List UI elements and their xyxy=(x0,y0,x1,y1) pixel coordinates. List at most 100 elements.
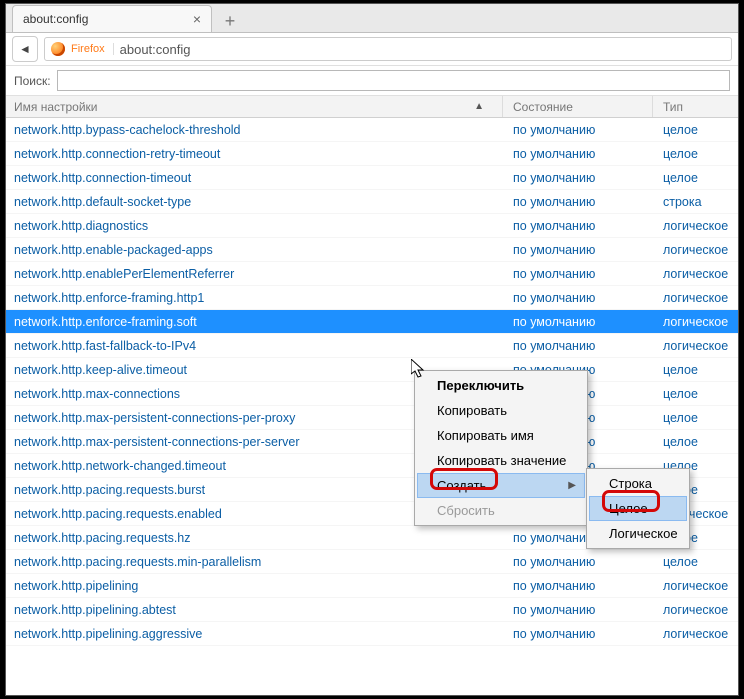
column-type[interactable]: Тип xyxy=(653,96,738,117)
search-input[interactable] xyxy=(57,70,730,91)
pref-state: по умолчанию xyxy=(503,579,653,593)
column-name[interactable]: Имя настройки ▲ xyxy=(6,96,503,117)
identity-label: Firefox xyxy=(71,43,114,55)
pref-state: по умолчанию xyxy=(503,195,653,209)
pref-name: network.http.fast-fallback-to-IPv4 xyxy=(6,339,503,353)
pref-state: по умолчанию xyxy=(503,291,653,305)
pref-type: логическое xyxy=(653,291,738,305)
tab-bar: about:config × + xyxy=(6,4,738,33)
url-text: about:config xyxy=(120,42,191,57)
table-row[interactable]: network.http.pipeliningпо умолчаниюлогич… xyxy=(6,574,738,598)
pref-name: network.http.default-socket-type xyxy=(6,195,503,209)
pref-state: по умолчанию xyxy=(503,603,653,617)
context-menu: Переключить Копировать Копировать имя Ко… xyxy=(414,370,588,526)
pref-type: логическое xyxy=(653,315,738,329)
table-row[interactable]: network.http.bypass-cachelock-thresholdп… xyxy=(6,118,738,142)
ctx-copy-value[interactable]: Копировать значение xyxy=(417,448,585,473)
search-row: Поиск: xyxy=(6,66,738,96)
firefox-icon xyxy=(51,42,65,56)
pref-name: network.http.bypass-cachelock-threshold xyxy=(6,123,503,137)
address-toolbar: ◄ Firefox about:config xyxy=(6,33,738,66)
pref-type: логическое xyxy=(653,219,738,233)
column-name-label: Имя настройки xyxy=(14,100,98,114)
address-field[interactable]: Firefox about:config xyxy=(44,37,732,61)
sub-boolean[interactable]: Логическое xyxy=(589,521,687,546)
table-row[interactable]: network.http.pipelining.abtestпо умолчан… xyxy=(6,598,738,622)
pref-type: логическое xyxy=(653,339,738,353)
pref-state: по умолчанию xyxy=(503,147,653,161)
pref-type: целое xyxy=(653,147,738,161)
pref-state: по умолчанию xyxy=(503,171,653,185)
pref-type: логическое xyxy=(653,627,738,641)
table-row[interactable]: network.http.connection-timeoutпо умолча… xyxy=(6,166,738,190)
browser-tab[interactable]: about:config × xyxy=(12,5,212,32)
table-row[interactable]: network.http.pipelining.aggressiveпо умо… xyxy=(6,622,738,646)
pref-type: целое xyxy=(653,363,738,377)
pref-type: логическое xyxy=(653,579,738,593)
pref-state: по умолчанию xyxy=(503,555,653,569)
pref-type: логическое xyxy=(653,603,738,617)
pref-type: целое xyxy=(653,171,738,185)
table-row[interactable]: network.http.max-persistent-connections-… xyxy=(6,406,738,430)
pref-state: по умолчанию xyxy=(503,219,653,233)
pref-name: network.http.enablePerElementReferrer xyxy=(6,267,503,281)
pref-name: network.http.connection-timeout xyxy=(6,171,503,185)
new-tab-button[interactable]: + xyxy=(218,10,242,32)
pref-name: network.http.enforce-framing.soft xyxy=(6,315,503,329)
pref-name: network.http.pipelining xyxy=(6,579,503,593)
pref-name: network.http.diagnostics xyxy=(6,219,503,233)
table-row[interactable]: network.http.keep-alive.timeoutпо умолча… xyxy=(6,358,738,382)
sort-ascending-icon: ▲ xyxy=(474,101,484,112)
ctx-copy[interactable]: Копировать xyxy=(417,398,585,423)
chevron-right-icon: ▶ xyxy=(568,480,576,491)
pref-list: network.http.bypass-cachelock-thresholdп… xyxy=(6,118,738,646)
column-state[interactable]: Состояние xyxy=(503,96,653,117)
ctx-toggle-label: Переключить xyxy=(437,378,524,393)
column-type-label: Тип xyxy=(663,100,683,114)
ctx-create-label: Создать xyxy=(437,478,486,493)
sub-string[interactable]: Строка xyxy=(589,471,687,496)
column-header: Имя настройки ▲ Состояние Тип xyxy=(6,96,738,118)
ctx-copy-name[interactable]: Копировать имя xyxy=(417,423,585,448)
pref-type: строка xyxy=(653,195,738,209)
close-icon[interactable]: × xyxy=(193,11,201,27)
pref-name: network.http.pacing.requests.hz xyxy=(6,531,503,545)
pref-state: по умолчанию xyxy=(503,339,653,353)
pref-type: целое xyxy=(653,123,738,137)
table-row[interactable]: network.http.enablePerElementReferrerпо … xyxy=(6,262,738,286)
pref-type: целое xyxy=(653,435,738,449)
table-row[interactable]: network.http.max-connectionsпо умолчанию… xyxy=(6,382,738,406)
table-row[interactable]: network.http.diagnosticsпо умолчаниюлоги… xyxy=(6,214,738,238)
chevron-left-icon: ◄ xyxy=(19,42,31,56)
pref-name: network.http.pipelining.abtest xyxy=(6,603,503,617)
table-row[interactable]: network.http.connection-retry-timeoutпо … xyxy=(6,142,738,166)
pref-type: логическое xyxy=(653,267,738,281)
pref-state: по умолчанию xyxy=(503,123,653,137)
pref-name: network.http.enable-packaged-apps xyxy=(6,243,503,257)
sub-integer[interactable]: Целое xyxy=(589,496,687,521)
table-row[interactable]: network.http.enable-packaged-appsпо умол… xyxy=(6,238,738,262)
create-submenu: Строка Целое Логическое xyxy=(586,468,690,549)
table-row[interactable]: network.http.enforce-framing.softпо умол… xyxy=(6,310,738,334)
ctx-reset: Сбросить xyxy=(417,498,585,523)
pref-state: по умолчанию xyxy=(503,267,653,281)
pref-name: network.http.enforce-framing.http1 xyxy=(6,291,503,305)
table-row[interactable]: network.http.pacing.requests.min-paralle… xyxy=(6,550,738,574)
table-row[interactable]: network.http.max-persistent-connections-… xyxy=(6,430,738,454)
pref-type: целое xyxy=(653,411,738,425)
table-row[interactable]: network.http.fast-fallback-to-IPv4по умо… xyxy=(6,334,738,358)
search-label: Поиск: xyxy=(14,74,51,88)
pref-type: целое xyxy=(653,555,738,569)
pref-state: по умолчанию xyxy=(503,315,653,329)
table-row[interactable]: network.http.enforce-framing.http1по умо… xyxy=(6,286,738,310)
pref-type: логическое xyxy=(653,243,738,257)
pref-type: целое xyxy=(653,387,738,401)
column-state-label: Состояние xyxy=(513,100,573,114)
pref-name: network.http.connection-retry-timeout xyxy=(6,147,503,161)
pref-name: network.http.pipelining.aggressive xyxy=(6,627,503,641)
back-button[interactable]: ◄ xyxy=(12,36,38,62)
ctx-create[interactable]: Создать ▶ xyxy=(417,473,585,498)
ctx-toggle[interactable]: Переключить xyxy=(417,373,585,398)
pref-state: по умолчанию xyxy=(503,243,653,257)
table-row[interactable]: network.http.default-socket-typeпо умолч… xyxy=(6,190,738,214)
